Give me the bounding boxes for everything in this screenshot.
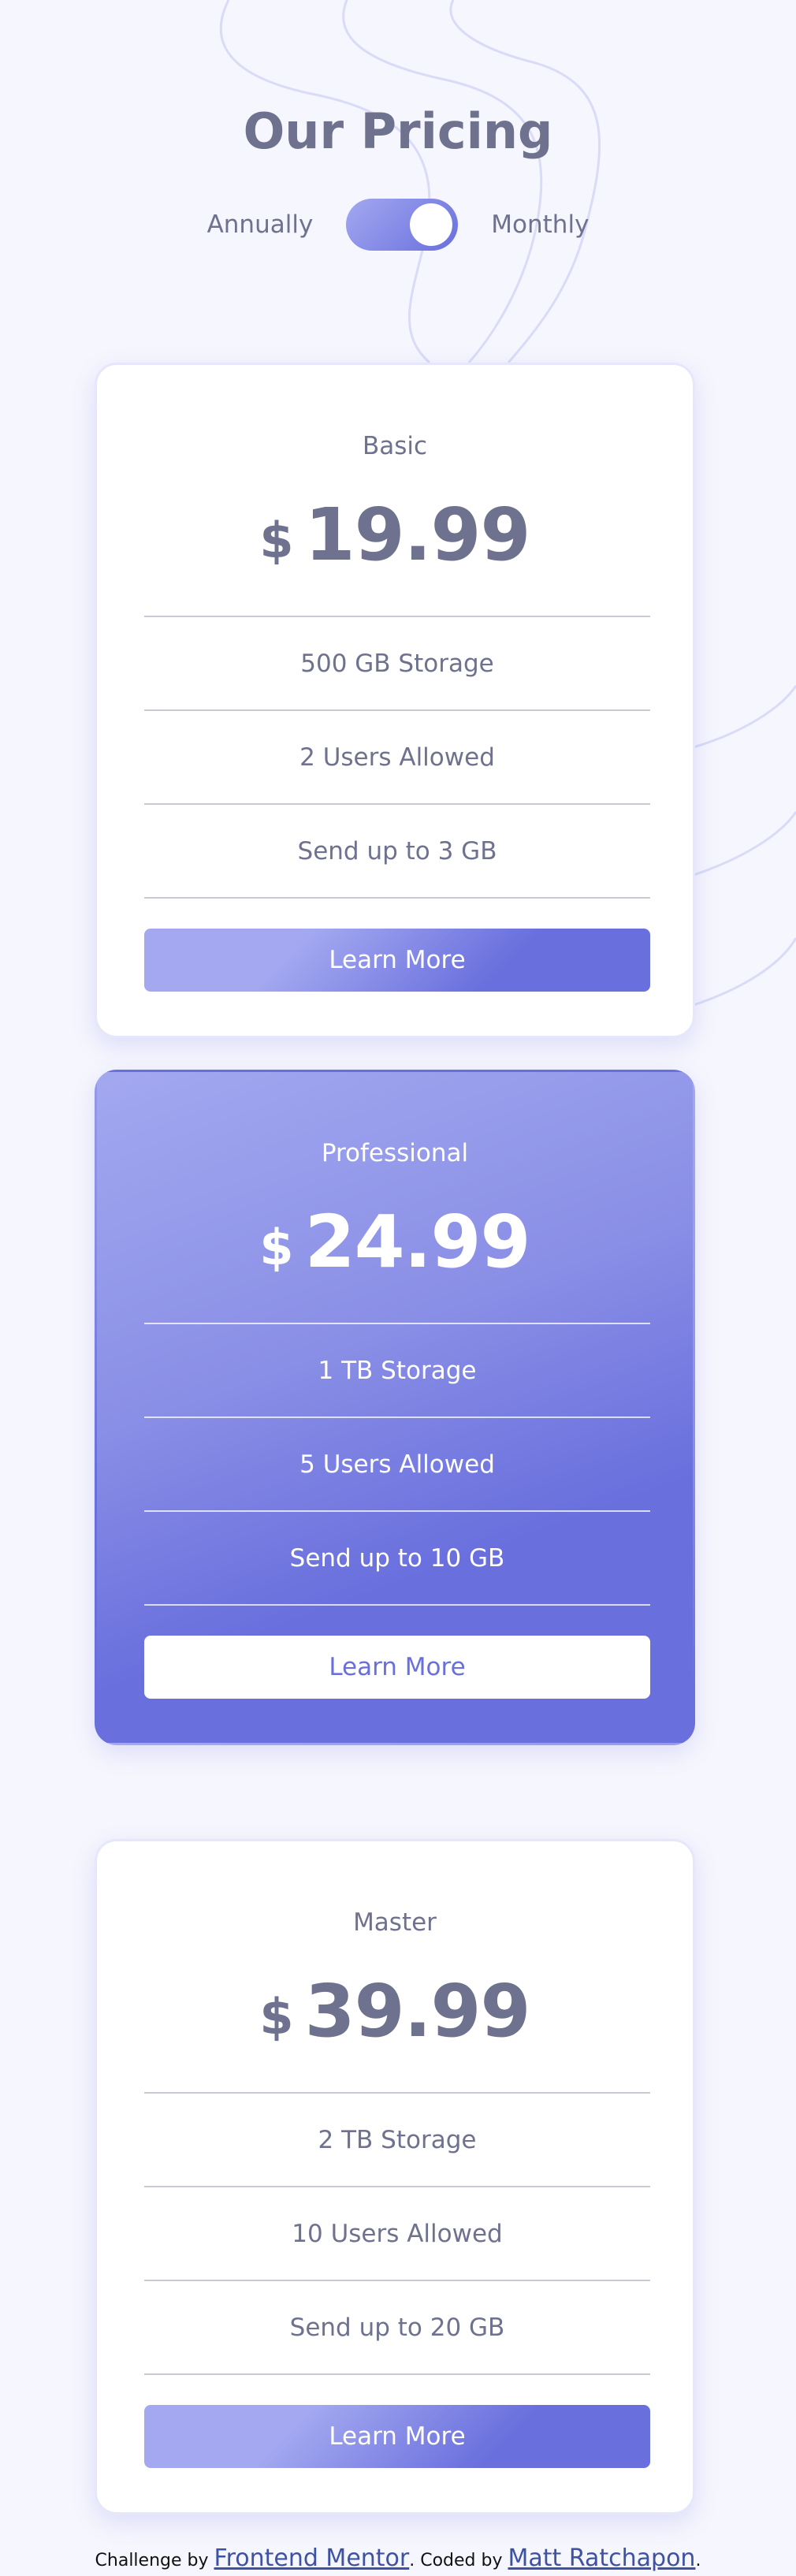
feature-item-send: Send up to 10 GB <box>144 1512 650 1606</box>
feature-item-send: Send up to 20 GB <box>144 2281 650 2375</box>
plan-name: Basic <box>362 432 428 460</box>
pricing-card-basic: Basic $ 19.99 500 GB Storage 2 Users All… <box>95 363 695 1038</box>
attribution-suffix: . <box>695 2551 701 2570</box>
page-header: Our Pricing <box>0 102 796 160</box>
learn-more-button[interactable]: Learn More <box>144 929 650 992</box>
pricing-card-master: Master $ 39.99 2 TB Storage 10 Users All… <box>95 1839 695 2515</box>
price-amount: 19.99 <box>304 492 531 577</box>
page-title: Our Pricing <box>243 102 553 160</box>
plan-price: $ 19.99 <box>97 492 693 577</box>
toggle-knob <box>410 203 453 246</box>
plan-name: Professional <box>321 1139 469 1167</box>
price-amount: 39.99 <box>304 1968 531 2053</box>
currency-symbol: $ <box>259 1987 294 2046</box>
feature-item-storage: 1 TB Storage <box>144 1324 650 1418</box>
feature-list: 500 GB Storage 2 Users Allowed Send up t… <box>144 616 650 899</box>
feature-list: 2 TB Storage 10 Users Allowed Send up to… <box>144 2092 650 2375</box>
currency-symbol: $ <box>259 1218 294 1276</box>
plan-name: Master <box>353 1908 437 1937</box>
learn-more-button[interactable]: Learn More <box>144 2405 650 2468</box>
feature-item-send: Send up to 3 GB <box>144 805 650 899</box>
feature-item-users: 5 Users Allowed <box>144 1418 650 1512</box>
feature-item-users: 2 Users Allowed <box>144 711 650 805</box>
plan-price: $ 39.99 <box>97 1968 693 2053</box>
feature-item-users: 10 Users Allowed <box>144 2187 650 2281</box>
annually-label[interactable]: Annually <box>207 210 314 239</box>
attribution-footer: Challenge by Frontend Mentor. Coded by M… <box>0 2544 796 2572</box>
price-amount: 24.99 <box>304 1199 531 1284</box>
billing-toggle-row: Annually Monthly <box>0 197 796 252</box>
feature-item-storage: 2 TB Storage <box>144 2094 650 2187</box>
attribution-prefix: Challenge by <box>95 2551 214 2570</box>
author-link[interactable]: Matt Ratchapon <box>508 2544 695 2572</box>
pricing-card-professional: Professional $ 24.99 1 TB Storage 5 User… <box>95 1070 695 1745</box>
plan-price: $ 24.99 <box>97 1199 693 1284</box>
billing-toggle-switch[interactable] <box>346 199 459 251</box>
feature-list: 1 TB Storage 5 Users Allowed Send up to … <box>144 1323 650 1606</box>
learn-more-button[interactable]: Learn More <box>144 1636 650 1699</box>
currency-symbol: $ <box>259 511 294 569</box>
monthly-label[interactable]: Monthly <box>491 210 589 239</box>
feature-item-storage: 500 GB Storage <box>144 617 650 711</box>
frontend-mentor-link[interactable]: Frontend Mentor <box>214 2544 410 2572</box>
attribution-middle: . Coded by <box>409 2551 508 2570</box>
